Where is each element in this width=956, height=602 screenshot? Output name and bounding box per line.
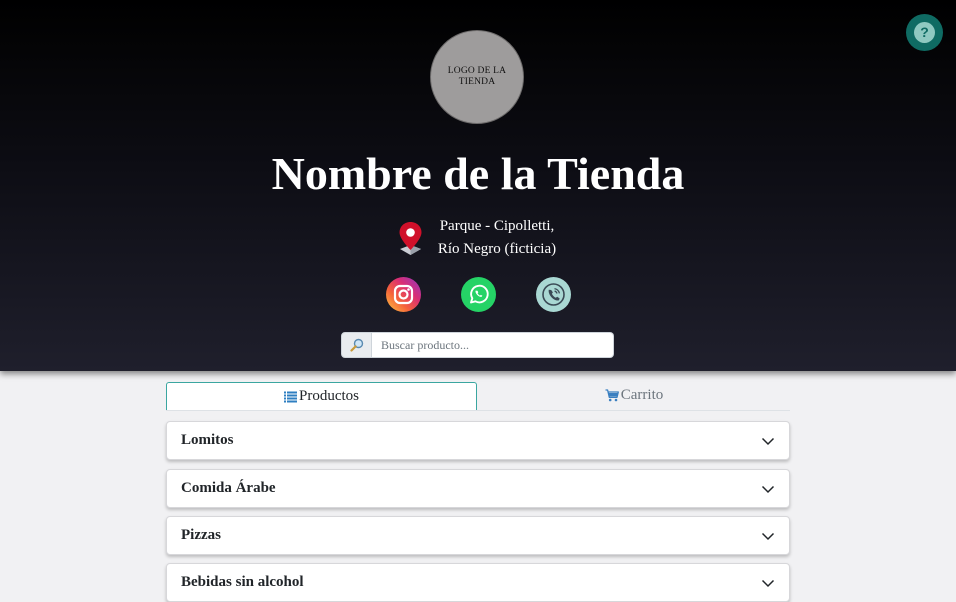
category-accordion-lomitos[interactable]: Lomitos: [166, 421, 790, 460]
logo-text: LOGO DE LA TIENDA: [447, 66, 507, 87]
category-label: Pizzas: [181, 527, 221, 543]
store-logo: LOGO DE LA TIENDA: [430, 30, 524, 124]
chevron-down-icon: [761, 532, 775, 540]
category-accordion-pizzas[interactable]: Pizzas: [166, 516, 790, 555]
address-line-1: Parque - Cipolletti,: [439, 218, 555, 234]
category-accordion-bebidas-sin-alcohol[interactable]: Bebidas sin alcohol: [166, 563, 790, 602]
category-label: Lomitos: [181, 432, 234, 448]
product-search: [341, 332, 614, 358]
whatsapp-link[interactable]: [461, 277, 496, 312]
chevron-down-icon: [761, 579, 775, 587]
cart-icon: [605, 389, 619, 402]
help-question-icon: ?: [914, 22, 935, 43]
whatsapp-icon: [461, 277, 496, 312]
list-icon: [284, 391, 297, 402]
store-address: Parque - Cipolletti, Río Negro (ficticia…: [430, 215, 564, 261]
chevron-down-icon: [761, 437, 775, 445]
phone-link[interactable]: [536, 277, 571, 312]
map-pin-icon: [399, 222, 422, 255]
tab-productos[interactable]: Productos: [166, 382, 477, 410]
category-label: Bebidas sin alcohol: [181, 574, 304, 590]
tab-productos-label: Productos: [299, 388, 359, 404]
magnifier-icon: [349, 338, 363, 352]
search-input[interactable]: [372, 332, 614, 358]
address-line-2: Río Negro (ficticia): [437, 241, 557, 257]
tab-carrito-label: Carrito: [620, 387, 664, 403]
instagram-link[interactable]: [386, 277, 421, 312]
search-button[interactable]: [341, 332, 372, 358]
category-label: Comida Árabe: [181, 480, 276, 496]
help-button[interactable]: ?: [906, 14, 943, 51]
category-accordion-comida-arabe[interactable]: Comida Árabe: [166, 469, 790, 508]
store-header: ? LOGO DE LA TIENDA Nombre de la Tienda …: [0, 0, 956, 371]
phone-icon: [536, 277, 571, 312]
tab-carrito[interactable]: Carrito: [478, 382, 790, 409]
chevron-down-icon: [761, 485, 775, 493]
instagram-icon: [386, 277, 421, 312]
view-tabs: Productos Carrito: [166, 382, 790, 411]
store-name: Nombre de la Tienda: [271, 148, 685, 199]
